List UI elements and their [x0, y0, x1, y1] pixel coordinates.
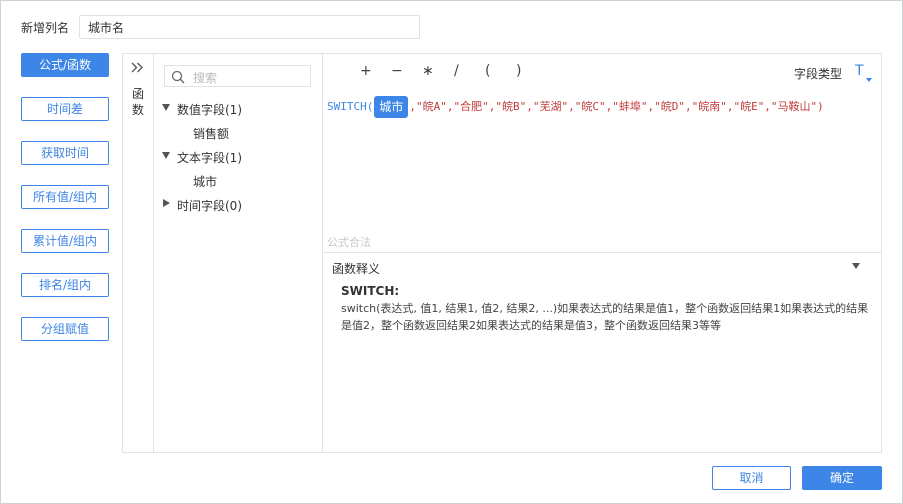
menu-rank-button[interactable]: 排名/组内 — [21, 273, 109, 297]
column-name-input[interactable] — [79, 15, 420, 39]
tree-group-numeric[interactable]: 数值字段(1) — [162, 101, 242, 118]
formula-editor: + − ∗ / ( ) 字段类型 T SWITCH(城市 ,"皖A","合肥","… — [322, 54, 881, 452]
tree-group-label: 文本字段(1) — [177, 151, 242, 165]
tree-field-city[interactable]: 城市 — [193, 173, 217, 190]
field-search-box[interactable]: 搜索 — [164, 65, 311, 87]
divider — [322, 252, 881, 253]
open-paren-button[interactable]: ( — [485, 63, 490, 79]
menu-group-assign-button[interactable]: 分组赋值 — [21, 317, 109, 341]
work-area: 函数 搜索 数值字段(1) 销售额 文本字段(1) 城市 时间字段(0) + −… — [122, 53, 882, 453]
explain-body: switch(表达式, 值1, 结果1, 值2, 结果2, ...)如果表达式的… — [341, 302, 869, 332]
caret-right-icon — [163, 199, 170, 207]
search-icon — [171, 70, 185, 87]
caret-down-icon — [162, 104, 170, 111]
search-placeholder: 搜索 — [193, 71, 218, 85]
double-chevron-right-icon[interactable] — [131, 62, 144, 76]
field-type-caret-icon[interactable] — [866, 78, 872, 82]
tree-group-text[interactable]: 文本字段(1) — [162, 149, 242, 166]
formula-field-chip[interactable]: 城市 — [374, 96, 409, 118]
dialog: 新增列名 公式/函数 时间差 获取时间 所有值/组内 累计值/组内 排名/组内 … — [0, 0, 903, 504]
menu-cumulative-button[interactable]: 累计值/组内 — [21, 229, 109, 253]
plus-operator-button[interactable]: + — [360, 63, 372, 79]
formula-input[interactable]: SWITCH(城市 ,"皖A","合肥","皖B","芜湖","皖C","蚌埠",… — [327, 96, 824, 118]
formula-open-paren: ( — [366, 100, 374, 113]
collapse-caret-icon[interactable] — [852, 263, 860, 269]
field-type-label: 字段类型 — [794, 67, 843, 81]
tree-field-sales[interactable]: 销售额 — [193, 125, 229, 142]
formula-arguments: ,"皖A","合肥","皖B","芜湖","皖C","蚌埠","皖D","皖南"… — [409, 100, 824, 113]
operator-toolbar: + − ∗ / ( ) 字段类型 T — [322, 54, 881, 90]
formula-function-name: SWITCH — [327, 100, 367, 113]
explain-title: 函数释义 — [332, 262, 381, 276]
ok-button[interactable]: 确定 — [802, 466, 882, 490]
menu-all-values-button[interactable]: 所有值/组内 — [21, 185, 109, 209]
close-paren-button[interactable]: ) — [516, 63, 521, 79]
menu-get-time-button[interactable]: 获取时间 — [21, 141, 109, 165]
cancel-button[interactable]: 取消 — [712, 466, 791, 490]
function-strip: 函数 — [123, 54, 154, 452]
function-panel-label[interactable]: 函数 — [132, 86, 144, 118]
menu-time-diff-button[interactable]: 时间差 — [21, 97, 109, 121]
caret-down-icon — [162, 152, 170, 159]
menu-formula-button[interactable]: 公式/函数 — [21, 53, 109, 77]
field-pane: 搜索 数值字段(1) 销售额 文本字段(1) 城市 时间字段(0) — [153, 54, 323, 452]
tree-group-time[interactable]: 时间字段(0) — [163, 197, 242, 214]
multiply-operator-button[interactable]: ∗ — [422, 63, 434, 79]
field-type-text-icon[interactable]: T — [855, 63, 864, 79]
column-name-label: 新增列名 — [21, 21, 70, 35]
tree-group-label: 时间字段(0) — [177, 199, 242, 213]
tree-group-label: 数值字段(1) — [177, 103, 242, 117]
minus-operator-button[interactable]: − — [391, 63, 403, 79]
divide-operator-button[interactable]: / — [454, 63, 459, 79]
formula-status: 公式合法 — [327, 236, 371, 249]
explain-function-name: SWITCH: — [341, 284, 400, 298]
